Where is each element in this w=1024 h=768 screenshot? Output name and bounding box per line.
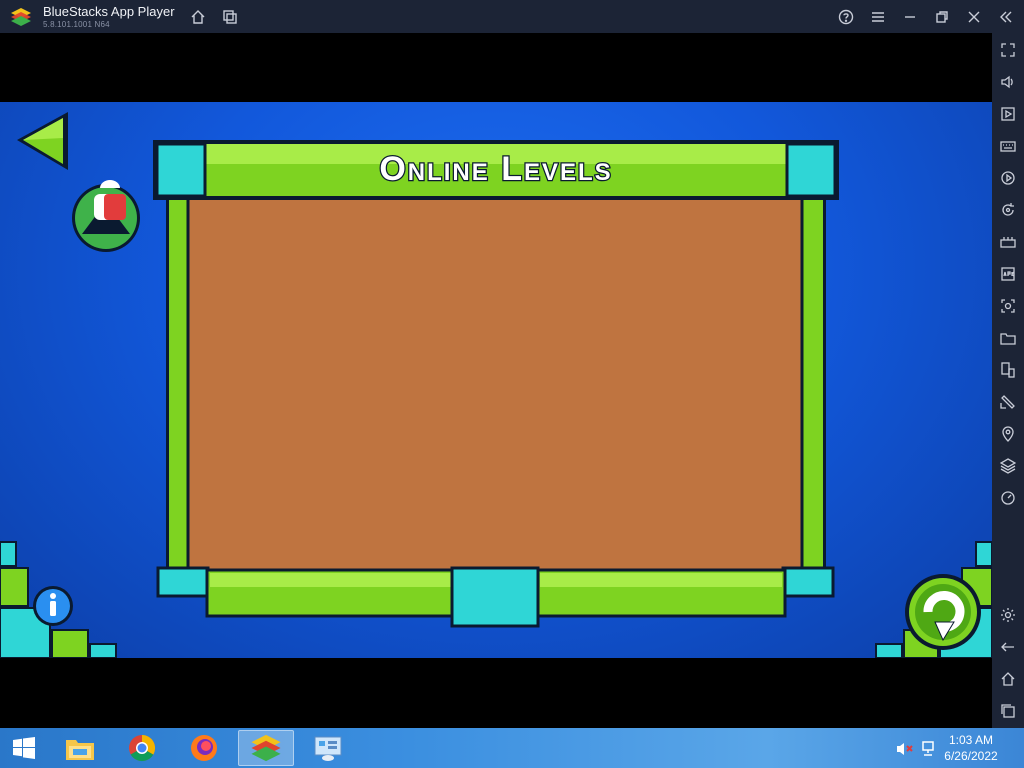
windows-taskbar: 1:03 AM 6/26/2022 (0, 728, 1024, 768)
keyboard-controls-button[interactable] (998, 136, 1018, 156)
settings-icon (1001, 608, 1015, 622)
location-icon (1002, 426, 1014, 442)
firefox-icon (191, 735, 217, 761)
bluestacks-logo-icon (11, 8, 31, 26)
taskbar-control-panel[interactable] (300, 730, 356, 766)
macro-recorder-icon (1001, 171, 1015, 185)
panel-title: Online Levels (379, 150, 612, 188)
media-manager-button[interactable] (998, 104, 1018, 124)
multi-instance-manager-icon (1001, 362, 1015, 378)
settings-button[interactable] (998, 605, 1018, 625)
help-icon (838, 9, 854, 25)
chrome-icon (129, 734, 156, 762)
multi-instance-manager-button[interactable] (998, 360, 1018, 380)
media-manager-icon (1001, 107, 1015, 121)
layers-icon (1000, 458, 1016, 474)
volume-button[interactable] (998, 72, 1018, 92)
close-icon (968, 11, 980, 23)
help-button[interactable] (835, 6, 857, 28)
macro-recorder-button[interactable] (998, 168, 1018, 188)
screenshot-icon (1001, 299, 1015, 313)
restore-button[interactable] (931, 6, 953, 28)
clock-date: 6/26/2022 (944, 749, 998, 763)
online-levels-panel (153, 140, 839, 628)
system-clock[interactable]: 1:03 AM 6/26/2022 (936, 732, 1006, 764)
close-button[interactable] (963, 6, 985, 28)
restore-icon (936, 11, 948, 23)
minimize-icon (905, 16, 915, 18)
taskbar-bluestacks[interactable] (238, 730, 294, 766)
multi-instance-button[interactable] (219, 6, 241, 28)
game-viewport[interactable]: Online Levels (0, 33, 992, 728)
window-title: BlueStacks App Player (43, 4, 175, 19)
back-icon (1001, 642, 1014, 652)
window-titlebar: BlueStacks App Player 5.8.101.1001 N64 (0, 0, 1024, 33)
collapse-sidebar-button[interactable] (995, 6, 1017, 28)
install-apk-icon (1001, 267, 1015, 281)
right-sidebar (992, 33, 1024, 728)
rotate-button[interactable] (998, 392, 1018, 412)
taskbar-firefox[interactable] (176, 730, 232, 766)
fullscreen-icon (1001, 43, 1015, 57)
clock-time: 1:03 AM (948, 733, 994, 747)
app-version: 5.8.101.1001 N64 (43, 20, 110, 29)
home-button[interactable] (187, 6, 209, 28)
menu-button[interactable] (867, 6, 889, 28)
levels-list-area (186, 195, 804, 573)
taskbar-chrome[interactable] (114, 730, 170, 766)
multi-instance-icon (223, 10, 237, 24)
volume-muted-icon[interactable] (896, 741, 914, 757)
location-button[interactable] (998, 424, 1018, 444)
info-button[interactable] (33, 586, 73, 626)
rotate-icon (1000, 395, 1015, 409)
file-explorer-icon (66, 740, 94, 760)
minimize-button[interactable] (899, 6, 921, 28)
sync-button[interactable] (998, 200, 1018, 220)
back-arrow-button[interactable] (17, 112, 68, 170)
sync-icon (1002, 203, 1014, 216)
fullscreen-button[interactable] (998, 40, 1018, 60)
eco-mode-button[interactable] (998, 488, 1018, 508)
recent-apps-icon (1001, 704, 1015, 718)
collapse-sidebar-icon (1000, 11, 1012, 23)
folder-icon (1000, 333, 1016, 345)
android-home-button[interactable] (998, 669, 1018, 689)
layers-button[interactable] (998, 456, 1018, 476)
start-button[interactable] (0, 730, 48, 766)
mod-badge-icon[interactable] (72, 180, 140, 252)
bluestacks-icon (251, 734, 281, 762)
taskbar-file-explorer[interactable] (52, 730, 108, 766)
game-controls-button[interactable] (998, 232, 1018, 252)
keyboard-controls-icon (1000, 141, 1016, 152)
game-controls-icon (1000, 237, 1016, 248)
folder-button[interactable] (998, 328, 1018, 348)
windows-logo-icon (13, 737, 35, 759)
screenshot-button[interactable] (998, 296, 1018, 316)
home-icon (191, 10, 205, 24)
install-apk-button[interactable] (998, 264, 1018, 284)
menu-icon (872, 12, 884, 22)
back-button[interactable] (998, 637, 1018, 657)
game-scene[interactable]: Online Levels (0, 102, 992, 658)
volume-icon (1001, 75, 1013, 89)
android-home-icon (1001, 672, 1015, 686)
eco-mode-icon (1001, 491, 1015, 505)
refresh-button[interactable] (905, 574, 981, 650)
recent-apps-button[interactable] (998, 701, 1018, 721)
control-panel-icon (314, 736, 342, 761)
